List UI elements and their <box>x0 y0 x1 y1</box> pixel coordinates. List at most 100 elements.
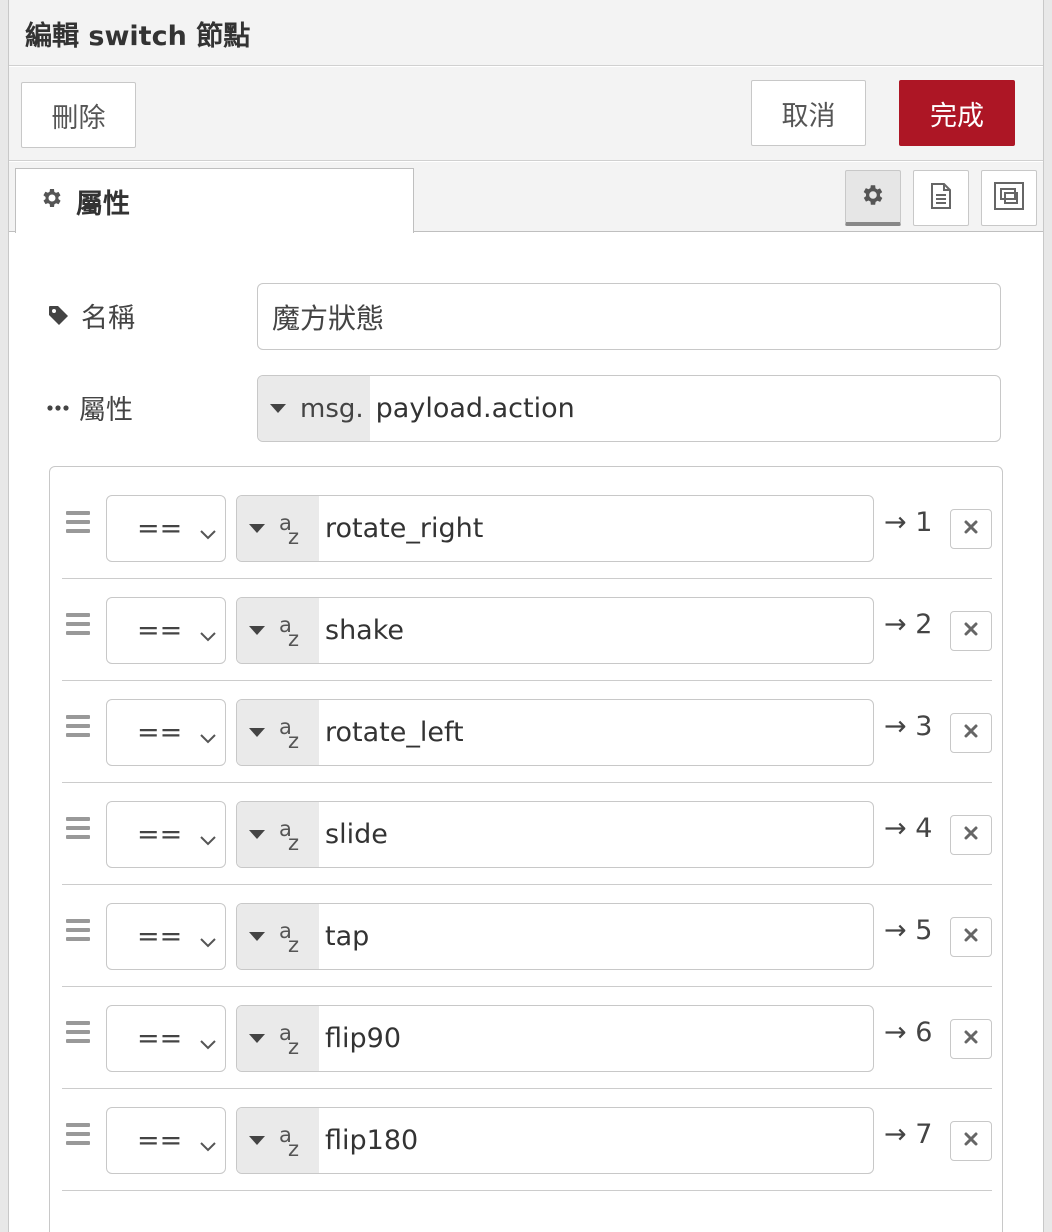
drag-handle-icon[interactable] <box>66 613 90 635</box>
name-label: 名稱 <box>47 296 135 335</box>
name-input[interactable]: 魔方狀態 <box>257 283 1001 350</box>
rule-value-input[interactable]: az flip90 <box>236 1005 874 1072</box>
caret-down-icon <box>249 626 265 635</box>
rule-value[interactable]: flip90 <box>319 1006 401 1071</box>
chevron-down-icon <box>199 722 217 753</box>
remove-rule-button[interactable] <box>950 815 992 855</box>
tab-properties[interactable]: 屬性 <box>15 168 414 233</box>
operator-label: == <box>137 513 183 544</box>
rule-value[interactable]: rotate_right <box>319 496 483 561</box>
rule-value-input[interactable]: az shake <box>236 597 874 664</box>
caret-down-icon <box>249 1034 265 1043</box>
operator-select[interactable]: == <box>106 699 226 766</box>
rule-value-input[interactable]: az tap <box>236 903 874 970</box>
caret-down-icon <box>249 932 265 941</box>
drag-handle-icon[interactable] <box>66 817 90 839</box>
rule-value[interactable]: tap <box>319 904 369 969</box>
rule-value-input[interactable]: az rotate_left <box>236 699 874 766</box>
name-label-text: 名稱 <box>81 303 135 334</box>
chevron-down-icon <box>199 926 217 957</box>
caret-down-icon <box>249 1136 265 1145</box>
rule-value-input[interactable]: az flip180 <box>236 1107 874 1174</box>
ellipsis-icon <box>47 404 69 412</box>
tab-properties-label: 屬性 <box>76 188 130 220</box>
cancel-button[interactable]: 取消 <box>751 80 866 146</box>
value-type-select[interactable]: az <box>237 598 319 663</box>
operator-label: == <box>137 921 183 952</box>
remove-rule-button[interactable] <box>950 917 992 957</box>
properties-view-button[interactable] <box>845 170 901 226</box>
operator-select[interactable]: == <box>106 801 226 868</box>
property-label-text: 屬性 <box>79 395 133 426</box>
rule-row: == az flip90 → 6 <box>62 987 992 1089</box>
rule-row: == az tap → 5 <box>62 885 992 987</box>
close-icon <box>963 927 979 947</box>
tabs-bar: 屬性 <box>9 162 1043 233</box>
close-icon <box>963 723 979 743</box>
property-value[interactable]: payload.action <box>370 376 575 441</box>
value-type-select[interactable]: az <box>237 1006 319 1071</box>
value-type-select[interactable]: az <box>237 700 319 765</box>
value-type-select[interactable]: az <box>237 904 319 969</box>
rule-value[interactable]: shake <box>319 598 404 663</box>
caret-down-icon <box>249 524 265 533</box>
chevron-down-icon <box>199 620 217 651</box>
operator-select[interactable]: == <box>106 1107 226 1174</box>
operator-select[interactable]: == <box>106 597 226 664</box>
gear-icon <box>40 186 64 217</box>
output-port-label: → 7 <box>884 1119 933 1150</box>
output-port-label: → 1 <box>884 507 933 538</box>
chevron-down-icon <box>199 1130 217 1161</box>
property-type-select[interactable]: msg. <box>258 376 370 441</box>
rule-row: == az flip180 → 7 <box>62 1089 992 1191</box>
string-type-icon: az <box>279 714 300 753</box>
drag-handle-icon[interactable] <box>66 919 90 941</box>
rule-value-input[interactable]: az rotate_right <box>236 495 874 562</box>
property-typed-input[interactable]: msg. payload.action <box>257 375 1001 442</box>
appearance-view-button[interactable] <box>981 170 1037 226</box>
operator-select[interactable]: == <box>106 1005 226 1072</box>
output-port-label: → 3 <box>884 711 933 742</box>
chevron-down-icon <box>199 824 217 855</box>
value-type-select[interactable]: az <box>237 496 319 561</box>
rule-value[interactable]: flip180 <box>319 1108 418 1173</box>
tag-icon <box>47 304 71 328</box>
property-label: 屬性 <box>47 388 133 427</box>
output-port-label: → 5 <box>884 915 933 946</box>
close-icon <box>963 519 979 539</box>
tray-header: 編輯 switch 節點 <box>9 0 1043 66</box>
rule-value[interactable]: slide <box>319 802 388 867</box>
operator-select[interactable]: == <box>106 903 226 970</box>
rule-row: == az rotate_left → 3 <box>62 681 992 783</box>
close-icon <box>963 1131 979 1151</box>
close-icon <box>963 825 979 845</box>
rule-value[interactable]: rotate_left <box>319 700 464 765</box>
remove-rule-button[interactable] <box>950 1121 992 1161</box>
frame-icon <box>993 181 1025 215</box>
description-view-button[interactable] <box>913 170 969 226</box>
caret-down-icon <box>249 830 265 839</box>
remove-rule-button[interactable] <box>950 1019 992 1059</box>
drag-handle-icon[interactable] <box>66 1021 90 1043</box>
string-type-icon: az <box>279 510 300 549</box>
operator-label: == <box>137 615 183 646</box>
remove-rule-button[interactable] <box>950 611 992 651</box>
value-type-select[interactable]: az <box>237 1108 319 1173</box>
operator-select[interactable]: == <box>106 495 226 562</box>
drag-handle-icon[interactable] <box>66 715 90 737</box>
rule-value-input[interactable]: az slide <box>236 801 874 868</box>
drag-handle-icon[interactable] <box>66 511 90 533</box>
done-button[interactable]: 完成 <box>899 80 1015 146</box>
string-type-icon: az <box>279 1020 300 1059</box>
edit-tray: 編輯 switch 節點 刪除 取消 完成 屬性 名稱 魔方狀態 屬性 msg.… <box>8 0 1044 1232</box>
remove-rule-button[interactable] <box>950 713 992 753</box>
remove-rule-button[interactable] <box>950 509 992 549</box>
operator-label: == <box>137 1125 183 1156</box>
delete-button[interactable]: 刪除 <box>21 82 136 148</box>
operator-label: == <box>137 717 183 748</box>
property-type-label: msg. <box>300 393 364 424</box>
value-type-select[interactable]: az <box>237 802 319 867</box>
output-port-label: → 6 <box>884 1017 933 1048</box>
drag-handle-icon[interactable] <box>66 1123 90 1145</box>
caret-down-icon <box>270 404 286 413</box>
